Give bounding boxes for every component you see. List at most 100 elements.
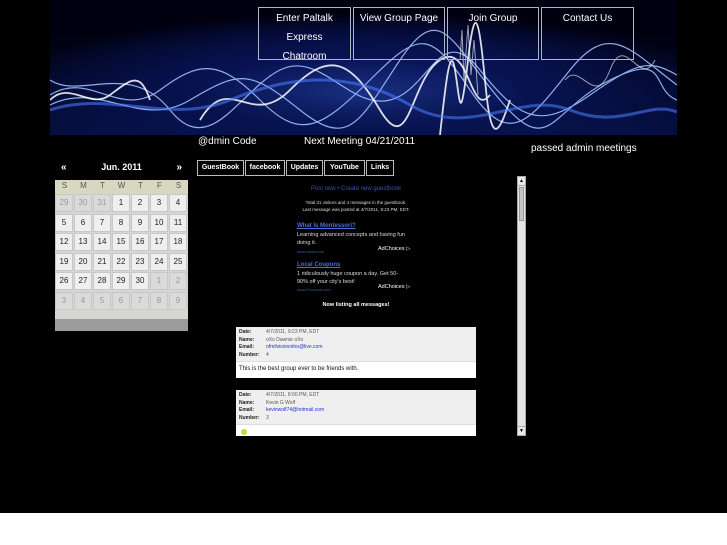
calendar-day[interactable]: 30 (74, 194, 92, 212)
calendar-day[interactable]: 24 (150, 252, 168, 271)
date-label: Date: (239, 392, 252, 398)
adchoices-link[interactable]: AdChoices ▷ (378, 284, 410, 290)
nav-label: Join Group (468, 13, 518, 24)
calendar-month-title: Jun. 2011 (101, 162, 142, 172)
calendar-day[interactable]: 20 (74, 252, 92, 271)
ad-url[interactable]: www.ahmm.net (297, 249, 324, 254)
scroll-thumb[interactable] (519, 187, 524, 221)
ad-title-link[interactable]: Local Coupons (297, 262, 340, 268)
calendar-day[interactable]: 6 (112, 291, 130, 310)
calendar-day[interactable]: 22 (112, 252, 130, 271)
weekday-label: T (138, 181, 143, 190)
calendar-day[interactable]: 7 (131, 291, 149, 310)
smiley-icon (241, 429, 247, 435)
calendar-day[interactable]: 7 (93, 213, 111, 232)
name-label: Name: (239, 336, 255, 343)
calendar-day[interactable]: 21 (93, 252, 111, 271)
entry-date: 4/7/2011, 9:23 PM, EDT (266, 329, 320, 335)
calendar-day[interactable]: 29 (112, 272, 130, 290)
entry-date: 4/7/2011, 8:00 PM, EDT (266, 392, 320, 398)
entry-email-link[interactable]: kevinwolf74@hotmail.com (266, 407, 324, 413)
calendar-day[interactable]: 13 (74, 233, 92, 251)
calendar-day[interactable]: 10 (150, 213, 168, 232)
calendar-day[interactable]: 17 (150, 233, 168, 251)
nav-label: Chatroom (282, 51, 327, 62)
name-label: Name: (239, 399, 255, 406)
admin-code-title: @dmin Code (198, 136, 257, 147)
post-now-link[interactable]: Post now (311, 186, 336, 192)
scroll-down-arrow-icon[interactable]: ▼ (518, 426, 525, 435)
entry-name: oXo Dawnie oXo (266, 336, 304, 343)
calendar-day[interactable]: 31 (93, 194, 111, 212)
ad-body: Learning advanced concepts and having fu… (297, 232, 405, 246)
calendar-day[interactable]: 3 (55, 291, 73, 310)
weekday-label: M (80, 181, 87, 190)
calendar-day[interactable]: 4 (169, 194, 187, 212)
calendar-day[interactable]: 2 (169, 272, 187, 290)
calendar-day[interactable]: 8 (112, 213, 130, 232)
calendar-day[interactable]: 27 (74, 272, 92, 290)
guestbook-links: Post now • Create new guestbook (235, 186, 477, 192)
tab-updates[interactable]: Updates (286, 160, 323, 176)
weekday-label: S (61, 181, 68, 190)
calendar-widget: « Jun. 2011 » SMTWTFS 29 30 31 1 2 3 4 5 6 7 8 9 10 1… (55, 143, 188, 331)
nav-label: Enter Paltalk Express (276, 13, 333, 43)
calendar-day[interactable]: 25 (169, 252, 187, 271)
ad-title-link[interactable]: What Is Montessori? (297, 223, 356, 229)
scroll-up-arrow-icon[interactable]: ▲ (518, 177, 525, 186)
nav-view-group-page[interactable]: View Group Page (353, 7, 445, 60)
calendar-day[interactable]: 2 (131, 194, 149, 212)
calendar-day[interactable]: 14 (93, 233, 111, 251)
calendar-day[interactable]: 1 (112, 194, 130, 212)
calendar-day[interactable]: 15 (112, 233, 130, 251)
entry-number: 3 (266, 414, 269, 421)
entry-email-link[interactable]: ofmilvisionnitro@live.com (266, 344, 322, 350)
nav-label: Contact Us (562, 13, 613, 24)
calendar-day[interactable]: 5 (93, 291, 111, 310)
email-label: Email: (239, 344, 255, 350)
calendar-day[interactable]: 8 (150, 291, 168, 310)
nav-join-group[interactable]: Join Group (447, 7, 539, 60)
create-guestbook-link[interactable]: Create new guestbook (341, 186, 401, 192)
calendar-footer (55, 319, 188, 331)
guestbook-entry: Date: 4/7/2011, 9:23 PM, EDT Name: oXo Daw… (236, 327, 476, 378)
entry-message (236, 424, 476, 436)
weekday-label: W (117, 181, 126, 190)
weekday-label: S (175, 181, 182, 190)
calendar-day[interactable]: 1 (150, 272, 168, 290)
calendar-day[interactable]: 9 (169, 291, 187, 310)
calendar-day[interactable]: 23 (131, 252, 149, 271)
nav-contact-us[interactable]: Contact Us (541, 7, 634, 60)
passed-admin-meetings-title: passed admin meetings (531, 143, 637, 154)
calendar-day[interactable]: 5 (55, 213, 73, 232)
calendar-next-button[interactable]: » (176, 162, 182, 173)
calendar-weekday-row: SMTWTFS (55, 180, 188, 194)
calendar-day[interactable]: 18 (169, 233, 187, 251)
tab-guestbook[interactable]: GuestBook (197, 160, 244, 176)
tab-links[interactable]: Links (366, 160, 394, 176)
guestbook-scrollbar[interactable]: ▲ ▼ (517, 176, 526, 436)
calendar-day[interactable]: 6 (74, 213, 92, 232)
calendar-day[interactable]: 26 (55, 272, 73, 290)
calendar-day[interactable]: 11 (169, 213, 187, 232)
calendar-day[interactable]: 12 (55, 233, 73, 251)
entry-number: 4 (266, 351, 269, 358)
date-label: Date: (239, 329, 252, 335)
calendar-day[interactable]: 28 (93, 272, 111, 290)
calendar-header: « Jun. 2011 » (55, 143, 188, 180)
entry-name: Kevin G Wolf (266, 399, 296, 406)
nav-enter-chatroom[interactable]: Enter Paltalk Express Chatroom (258, 7, 351, 62)
tab-facebook[interactable]: facebook (245, 160, 285, 176)
weekday-label: F (157, 181, 162, 190)
calendar-day[interactable]: 4 (74, 291, 92, 310)
guestbook-frame: Post now • Create new guestbook Total 31… (235, 176, 515, 436)
calendar-day[interactable]: 29 (55, 194, 73, 212)
calendar-day[interactable]: 19 (55, 252, 73, 271)
calendar-day[interactable]: 30 (131, 272, 149, 290)
calendar-day[interactable]: 9 (131, 213, 149, 232)
calendar-day[interactable]: 16 (131, 233, 149, 251)
ad-url[interactable]: www.Groupon.com (297, 287, 331, 292)
calendar-day[interactable]: 3 (150, 194, 168, 212)
adchoices-link[interactable]: AdChoices ▷ (378, 246, 410, 252)
tab-youtube[interactable]: YouTube (324, 160, 365, 176)
